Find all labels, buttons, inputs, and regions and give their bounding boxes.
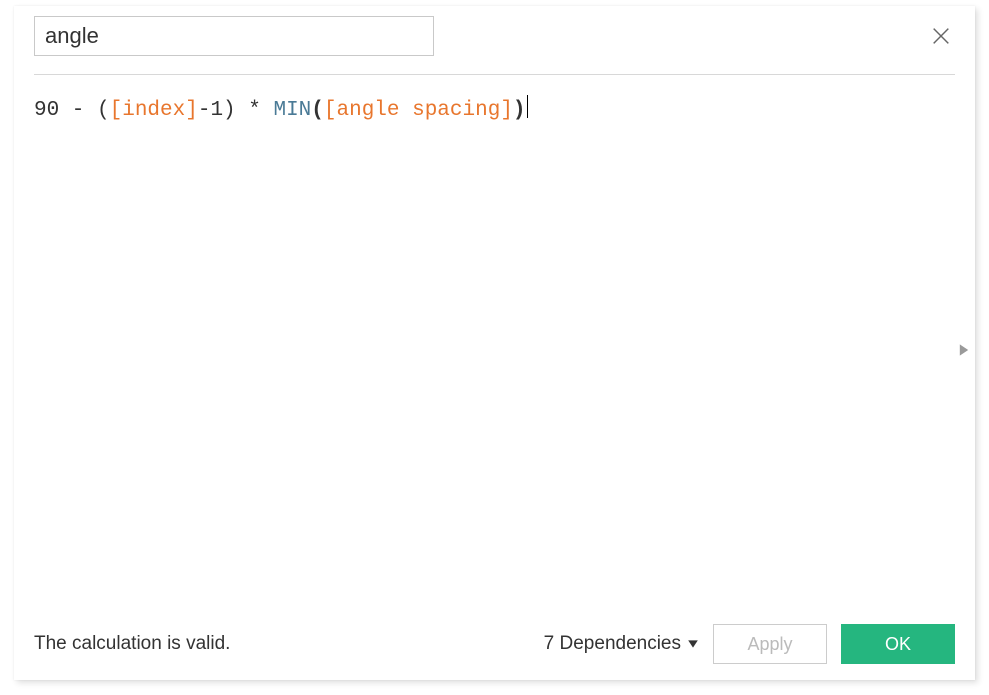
formula-token-op: -1) *: [198, 99, 274, 122]
formula-token-paren: (: [311, 99, 324, 122]
close-button[interactable]: [927, 22, 955, 50]
chevron-right-icon: [957, 343, 971, 357]
apply-button[interactable]: Apply: [713, 624, 827, 664]
ok-button[interactable]: OK: [841, 624, 955, 664]
dependencies-dropdown[interactable]: 7 Dependencies: [544, 633, 699, 655]
expand-function-panel[interactable]: [957, 343, 971, 357]
formula-token-op: 90 - (: [34, 99, 110, 122]
formula-token-paren: ): [513, 99, 526, 122]
calculation-name-input[interactable]: [34, 16, 434, 56]
caret-down-icon: [687, 638, 699, 650]
text-caret: [527, 95, 528, 117]
dialog-header: [14, 6, 975, 56]
close-icon: [930, 25, 952, 47]
formula-editor[interactable]: 90 - ([index]-1) * MIN([angle spacing]): [14, 75, 975, 624]
editor-wrap: 90 - ([index]-1) * MIN([angle spacing]): [14, 75, 975, 624]
validation-status: The calculation is valid.: [34, 633, 230, 655]
dialog-footer: The calculation is valid. 7 Dependencies…: [14, 624, 975, 680]
dependencies-label: 7 Dependencies: [544, 633, 681, 655]
formula-token-func: MIN: [273, 99, 311, 122]
calculation-editor-dialog: 90 - ([index]-1) * MIN([angle spacing]) …: [14, 6, 975, 680]
formula-token-field: [index]: [110, 99, 198, 122]
formula-token-field: [angle spacing]: [324, 99, 513, 122]
